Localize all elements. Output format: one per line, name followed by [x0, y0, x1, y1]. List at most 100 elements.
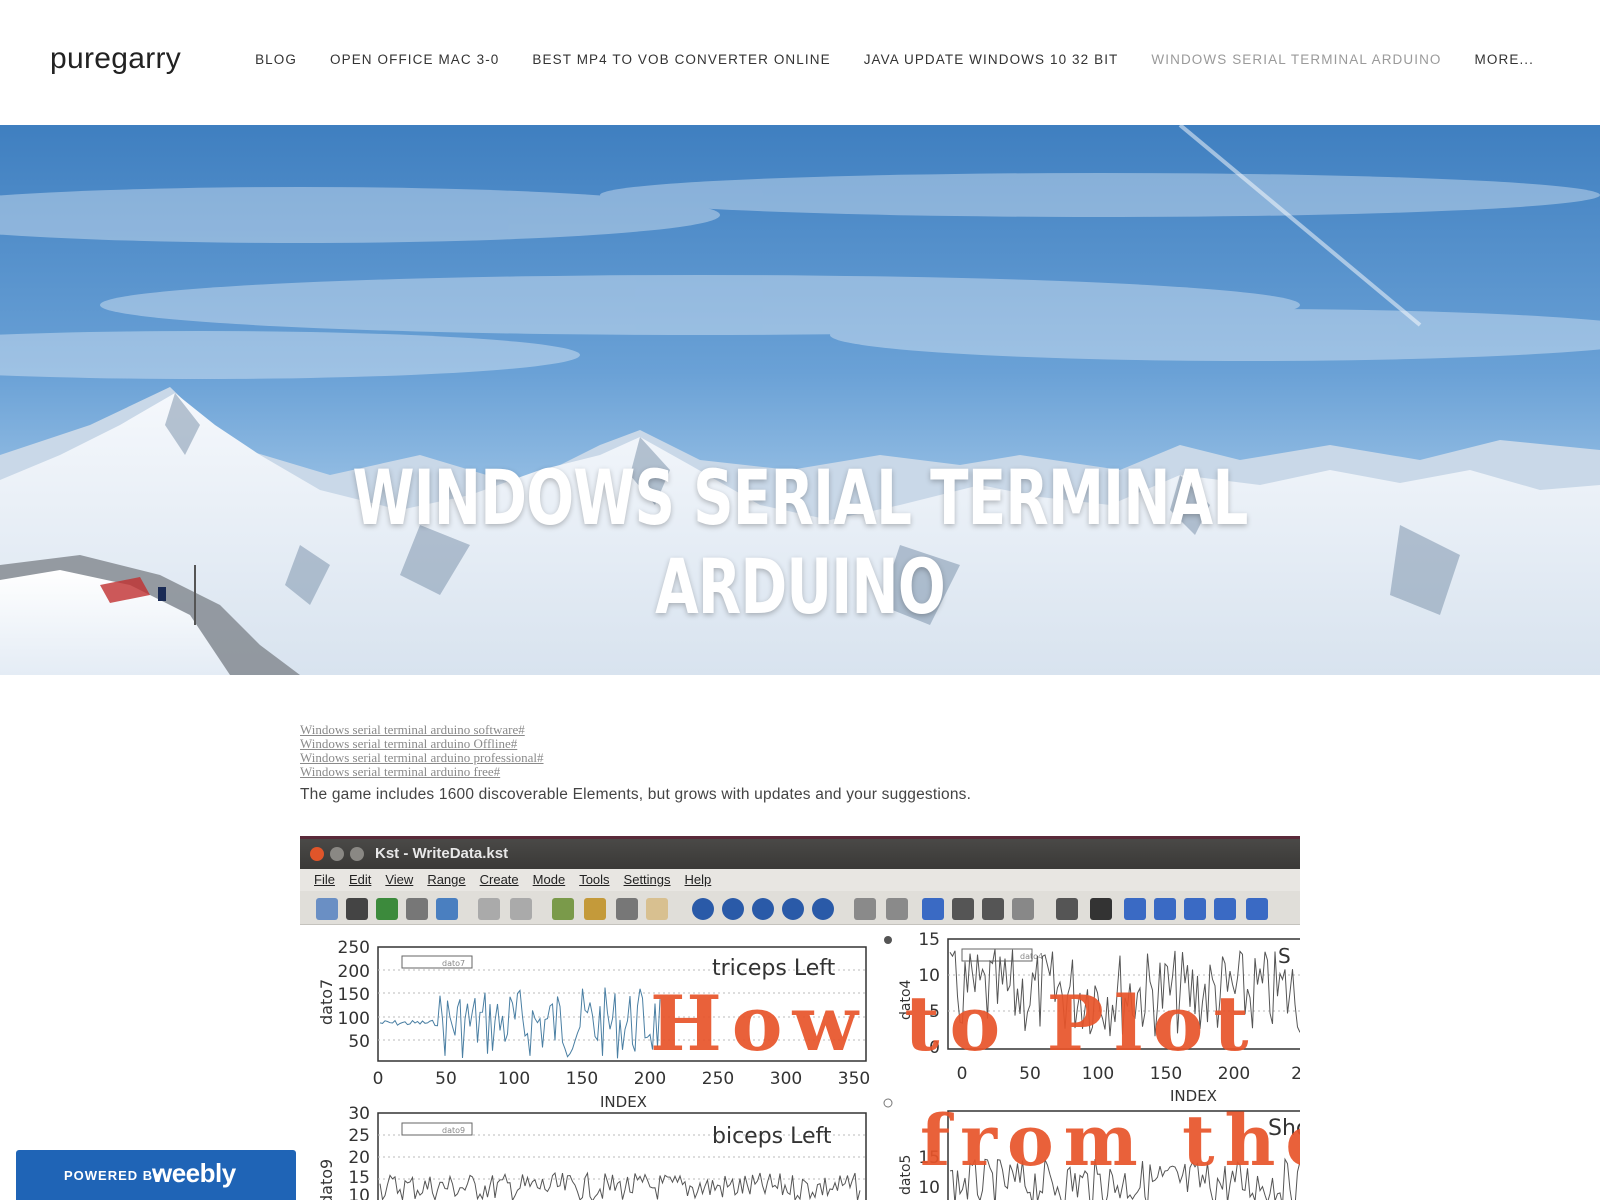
- xlabel-index-1: INDEX: [600, 1093, 647, 1111]
- kst-plot-area: dato7 dato4 dato9 triceps Left biceps Le…: [300, 925, 1300, 1200]
- kst-menubar: File Edit View Range Create Mode Tools S…: [300, 869, 1300, 891]
- kst-menu-edit: Edit: [348, 872, 372, 887]
- kst-print-icon: [316, 898, 338, 920]
- xticks-triceps: 0 50 100 150 200 250 300 350: [373, 1069, 871, 1089]
- kst-data-wizard-icon: [552, 898, 574, 920]
- xtick-triceps-2: 100: [498, 1069, 530, 1089]
- nav-item-blog[interactable]: BLOG: [255, 52, 297, 67]
- signal-trace-triceps: [379, 987, 661, 1059]
- kst-ellipse-icon: [1184, 898, 1206, 920]
- kst-line-icon: [1214, 898, 1236, 920]
- signal-trace-biceps: [379, 1171, 861, 1200]
- banner-title: WINDOWS SERIAL TERMINAL ARDUINO: [352, 453, 1248, 631]
- kst-arrow-icon: [1246, 898, 1268, 920]
- kst-zoom-fit-icon: [886, 898, 908, 920]
- ylabel-dato7: dato7: [317, 979, 336, 1025]
- hero-banner: WINDOWS SERIAL TERMINAL ARDUINO: [0, 125, 1600, 675]
- kst-text-icon: [1090, 898, 1112, 920]
- plot-title-fragment: S: [1278, 944, 1291, 968]
- ytick-triceps-3: 100: [338, 1009, 370, 1029]
- ytick-dato4-0: 15: [918, 930, 940, 950]
- kst-prev-icon: [752, 898, 774, 920]
- kst-menu-range: Range: [427, 872, 466, 887]
- kst-toolbar: [300, 891, 1300, 925]
- close-icon: [310, 847, 324, 861]
- main-content: Windows serial terminal arduino software…: [300, 723, 1300, 804]
- kst-move-icon: [1012, 898, 1034, 920]
- kst-pause-icon: [812, 898, 834, 920]
- legend-dato9: dato9: [442, 1126, 465, 1135]
- weebly-logo: weebly: [152, 1158, 236, 1188]
- yticks-triceps: 250 200 150 100 50: [338, 938, 370, 1052]
- nav-item-windows-serial-terminal[interactable]: WINDOWS SERIAL TERMINAL ARDUINO: [1151, 52, 1441, 67]
- kst-menu-create: Create: [479, 872, 519, 887]
- kst-tools-icon: [584, 898, 606, 920]
- nav-item-open-office[interactable]: OPEN OFFICE MAC 3-0: [330, 52, 499, 67]
- kst-zoom-icon: [854, 898, 876, 920]
- kst-menu-view: View: [385, 872, 414, 887]
- xtick-triceps-7: 350: [838, 1069, 870, 1089]
- plot-title-biceps: biceps Left: [712, 1124, 832, 1149]
- kst-menu-file: File: [314, 872, 335, 887]
- xtick-triceps-0: 0: [373, 1069, 384, 1089]
- kst-layout-icon: [982, 898, 1004, 920]
- kst-menu-settings: Settings: [623, 872, 671, 887]
- legend-dato7: dato7: [442, 959, 465, 968]
- kst-menu-mode: Mode: [532, 872, 566, 887]
- kst-grid-icon: [1056, 898, 1078, 920]
- xtick-triceps-1: 50: [435, 1069, 457, 1089]
- kst-export-icon: [436, 898, 458, 920]
- ytick-biceps-0: 30: [348, 1104, 370, 1124]
- ytick-triceps-1: 200: [338, 962, 370, 982]
- ytick-triceps-2: 150: [338, 985, 370, 1005]
- kst-titlebar: Kst - WriteData.kst: [300, 839, 1300, 869]
- maximize-icon: [350, 847, 364, 861]
- ylabel-dato9: dato9: [317, 1159, 336, 1200]
- ytick-biceps-2: 20: [348, 1148, 370, 1168]
- xtick-dato4-5: 25: [1291, 1064, 1300, 1084]
- kst-redo-icon: [510, 898, 532, 920]
- nav-item-java-update[interactable]: JAVA UPDATE WINDOWS 10 32 BIT: [864, 52, 1119, 67]
- kst-forward-icon: [722, 898, 744, 920]
- site-title[interactable]: puregarry: [50, 42, 181, 76]
- kst-rect-icon: [1124, 898, 1146, 920]
- powered-by-label: POWERED BY: [64, 1168, 163, 1183]
- site-header: puregarry BLOG OPEN OFFICE MAC 3-0 BEST …: [0, 0, 1600, 125]
- plot-handle-dot: [884, 936, 892, 944]
- xtick-triceps-4: 200: [634, 1069, 666, 1089]
- link-free[interactable]: Windows serial terminal arduino free#: [300, 765, 1300, 779]
- main-nav: BLOG OPEN OFFICE MAC 3-0 BEST MP4 TO VOB…: [222, 52, 1534, 67]
- link-offline[interactable]: Windows serial terminal arduino Offline#: [300, 737, 1300, 751]
- link-list: Windows serial terminal arduino software…: [300, 723, 1300, 779]
- plot-title-triceps: triceps Left: [712, 956, 836, 981]
- overlay-title-line-2: from the: [920, 1099, 1300, 1182]
- yticks-biceps: 3025201510: [348, 1104, 370, 1200]
- kst-image-icon: [616, 898, 638, 920]
- embedded-kst-screenshot: Kst - WriteData.kst File Edit View Range…: [300, 836, 1300, 1200]
- ylabel-dato5: dato5: [898, 1155, 914, 1195]
- xtick-triceps-5: 250: [702, 1069, 734, 1089]
- kst-back-icon: [692, 898, 714, 920]
- weebly-badge[interactable]: POWERED BY weebly: [16, 1150, 296, 1200]
- kst-save-icon: [346, 898, 368, 920]
- ytick-biceps-1: 25: [348, 1126, 370, 1146]
- link-professional[interactable]: Windows serial terminal arduino professi…: [300, 751, 1300, 765]
- kst-menu-tools: Tools: [579, 872, 610, 887]
- kst-menu-help: Help: [684, 872, 712, 887]
- nav-item-mp4-to-vob[interactable]: BEST MP4 TO VOB CONVERTER ONLINE: [532, 52, 830, 67]
- legend-dato4: dato4: [1020, 952, 1043, 961]
- ytick-triceps-4: 50: [348, 1032, 370, 1052]
- kst-next-icon: [782, 898, 804, 920]
- ytick-triceps-0: 250: [338, 938, 370, 958]
- kst-zoom-mode-icon: [922, 898, 944, 920]
- link-software[interactable]: Windows serial terminal arduino software…: [300, 723, 1300, 737]
- kst-printer-icon: [406, 898, 428, 920]
- xtick-triceps-6: 300: [770, 1069, 802, 1089]
- nav-item-more[interactable]: MORE...: [1475, 52, 1534, 67]
- ytick-biceps-4: 10: [348, 1186, 370, 1200]
- kst-circle-icon: [1154, 898, 1176, 920]
- minimize-icon: [330, 847, 344, 861]
- plot-handle-circle: [883, 1098, 893, 1108]
- xtick-triceps-3: 150: [566, 1069, 598, 1089]
- ytick-biceps-3: 15: [348, 1168, 370, 1188]
